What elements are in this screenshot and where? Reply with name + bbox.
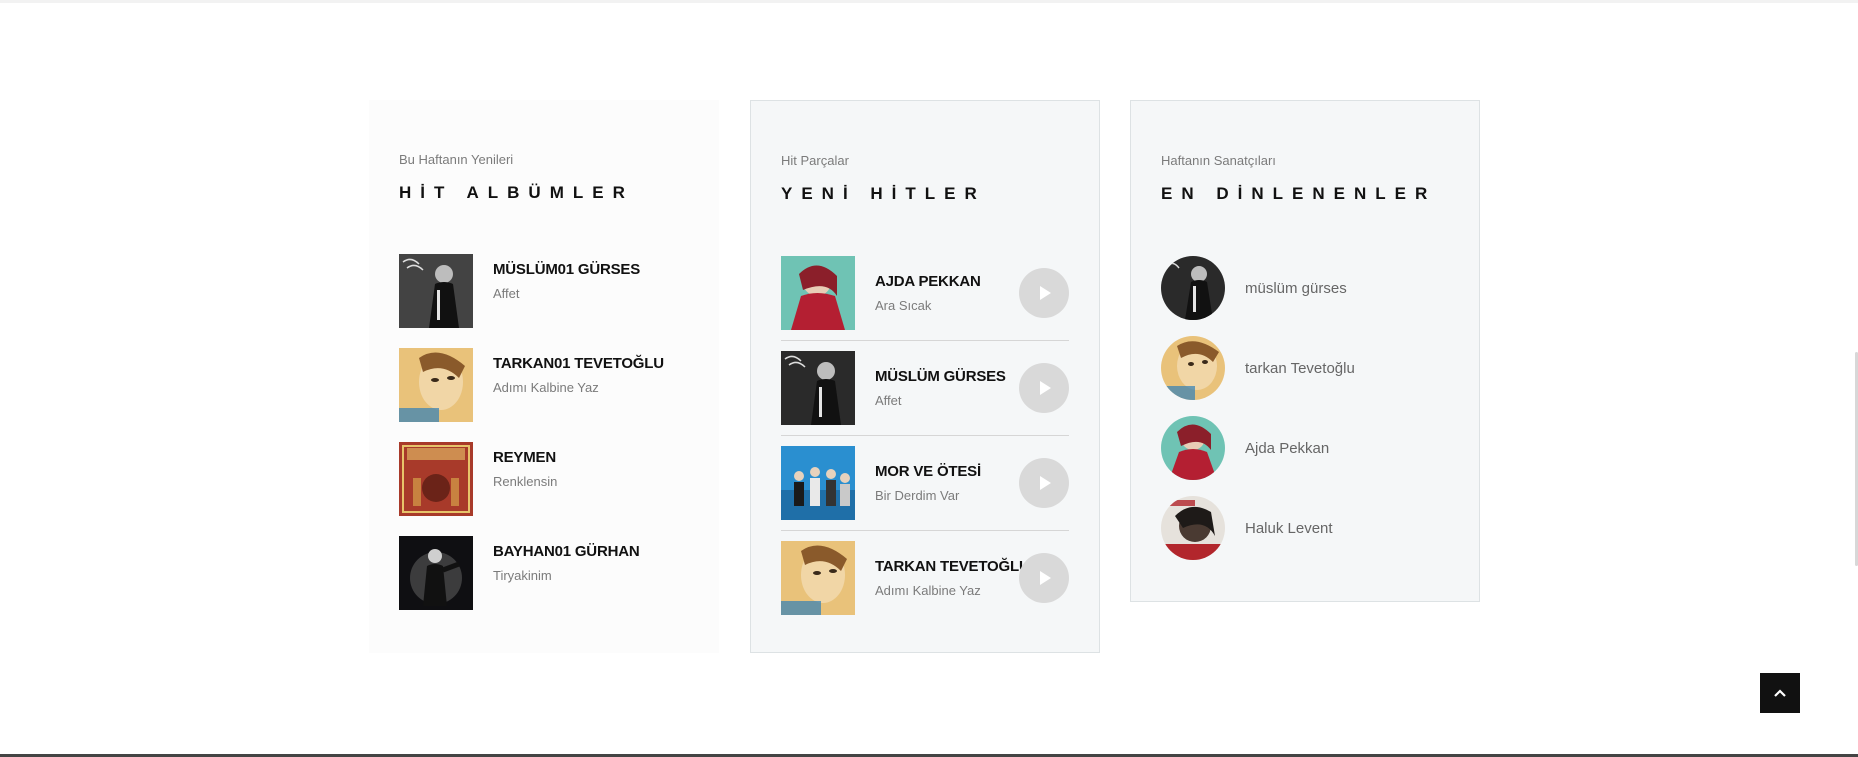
avatar[interactable] (1161, 416, 1225, 480)
album-title: Affet (493, 286, 520, 301)
section-title: YENİ HİTLER (781, 184, 986, 203)
track-title: Affet (875, 393, 902, 408)
track-artist[interactable]: TARKAN TEVETOĞLU (875, 557, 1030, 577)
album-cover[interactable] (399, 536, 473, 610)
album-title: Renklensin (493, 474, 558, 489)
top-divider (0, 0, 1858, 3)
album-item[interactable]: REYMEN Renklensin (399, 442, 689, 516)
artist-item[interactable]: müslüm gürses (1161, 256, 1449, 320)
track-cover[interactable] (781, 351, 855, 425)
avatar[interactable] (1161, 496, 1225, 560)
album-list: MÜSLÜM01 GÜRSES Affet TARKAN01 TEVETOĞLU… (399, 254, 689, 610)
album-cover[interactable] (399, 442, 473, 516)
track-cover[interactable] (781, 541, 855, 615)
back-to-top-button[interactable] (1760, 673, 1800, 713)
track-cover[interactable] (781, 446, 855, 520)
play-icon (1040, 381, 1051, 395)
album-title: Tiryakinim (493, 568, 552, 583)
artist-item[interactable]: Haluk Levent (1161, 496, 1449, 560)
artist-name[interactable]: Haluk Levent (1245, 520, 1333, 537)
track-cover[interactable] (781, 256, 855, 330)
album-cover[interactable] (399, 254, 473, 328)
artist-name[interactable]: müslüm gürses (1245, 280, 1347, 297)
play-button[interactable] (1019, 458, 1069, 508)
album-item[interactable]: TARKAN01 TEVETOĞLU Adımı Kalbine Yaz (399, 348, 689, 422)
album-item[interactable]: BAYHAN01 GÜRHAN Tiryakinim (399, 536, 689, 610)
avatar[interactable] (1161, 336, 1225, 400)
artist-name[interactable]: Ajda Pekkan (1245, 440, 1329, 457)
artist-name[interactable]: tarkan Tevetoğlu (1245, 360, 1355, 377)
play-icon (1040, 286, 1051, 300)
album-cover[interactable] (399, 348, 473, 422)
section-title: EN DİNLENENLER (1161, 184, 1437, 203)
section-title: HİT ALBÜMLER (399, 183, 634, 202)
track-title: Adımı Kalbine Yaz (875, 583, 981, 598)
most-listened-card: Haftanın Sanatçıları EN DİNLENENLER müsl… (1130, 100, 1480, 602)
hit-albums-card: Bu Haftanın Yenileri HİT ALBÜMLER MÜSLÜM… (369, 100, 719, 653)
track-list: AJDA PEKKAN Ara Sıcak MÜSLÜM GÜRSES Affe… (781, 256, 1069, 625)
section-subtitle: Bu Haftanın Yenileri (399, 152, 514, 167)
avatar[interactable] (1161, 256, 1225, 320)
play-icon (1040, 571, 1051, 585)
artist-item[interactable]: Ajda Pekkan (1161, 416, 1449, 480)
play-button[interactable] (1019, 268, 1069, 318)
album-artist[interactable]: TARKAN01 TEVETOĞLU (493, 354, 664, 374)
album-item[interactable]: MÜSLÜM01 GÜRSES Affet (399, 254, 689, 328)
track-artist[interactable]: MÜSLÜM GÜRSES (875, 367, 1006, 387)
album-artist[interactable]: REYMEN (493, 448, 557, 468)
chevron-up-icon (1774, 689, 1786, 697)
album-artist[interactable]: MÜSLÜM01 GÜRSES (493, 260, 640, 280)
track-title: Ara Sıcak (875, 298, 932, 313)
section-subtitle: Haftanın Sanatçıları (1161, 153, 1276, 168)
play-button[interactable] (1019, 363, 1069, 413)
album-title: Adımı Kalbine Yaz (493, 380, 599, 395)
album-artist[interactable]: BAYHAN01 GÜRHAN (493, 542, 640, 562)
track-item[interactable]: MÜSLÜM GÜRSES Affet (781, 351, 1069, 436)
track-item[interactable]: AJDA PEKKAN Ara Sıcak (781, 256, 1069, 341)
new-hits-card: Hit Parçalar YENİ HİTLER AJDA PEKKAN Ara… (750, 100, 1100, 653)
track-item[interactable]: MOR VE ÖTESİ Bir Derdim Var (781, 446, 1069, 531)
track-title: Bir Derdim Var (875, 488, 960, 503)
artist-item[interactable]: tarkan Tevetoğlu (1161, 336, 1449, 400)
track-item[interactable]: TARKAN TEVETOĞLU Adımı Kalbine Yaz (781, 541, 1069, 625)
artist-list: müslüm gürses tarkan Tevetoğlu Ajda Pekk… (1161, 256, 1449, 560)
section-subtitle: Hit Parçalar (781, 153, 849, 168)
track-artist[interactable]: MOR VE ÖTESİ (875, 462, 981, 482)
track-artist[interactable]: AJDA PEKKAN (875, 272, 981, 292)
play-button[interactable] (1019, 553, 1069, 603)
play-icon (1040, 476, 1051, 490)
